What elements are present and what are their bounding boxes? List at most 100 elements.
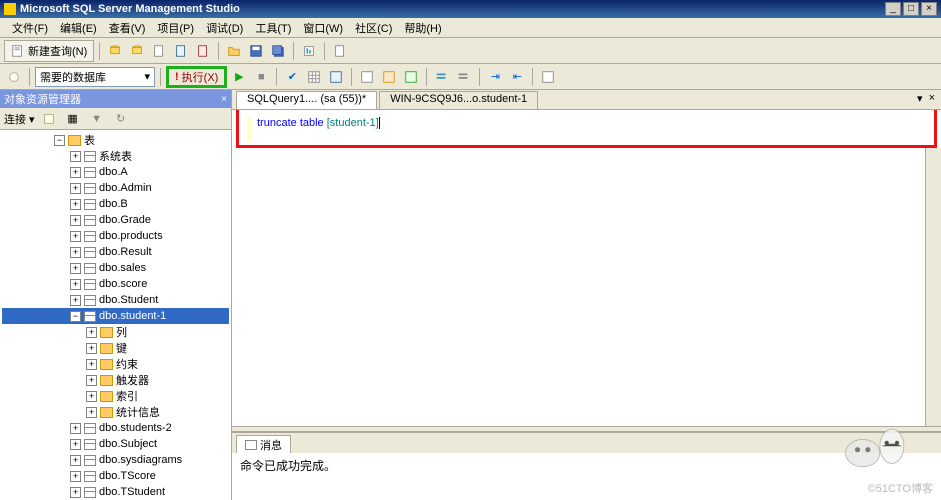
tb-btn-3[interactable] (149, 41, 169, 61)
vertical-scrollbar[interactable] (925, 148, 941, 426)
expand-icon[interactable]: + (70, 439, 81, 450)
tree-node[interactable]: +dbo.sales (2, 260, 229, 276)
expand-icon[interactable]: + (70, 215, 81, 226)
connect-tb-2[interactable]: ▦ (63, 109, 83, 129)
tree-node[interactable]: +dbo.score (2, 276, 229, 292)
menu-file[interactable]: 文件(F) (6, 18, 54, 38)
indent-button[interactable]: ⇥ (485, 67, 505, 87)
tab-student-1[interactable]: WIN-9CSQ9J6...o.student-1 (379, 91, 538, 109)
expand-icon[interactable]: + (70, 231, 81, 242)
expand-icon[interactable]: + (70, 471, 81, 482)
expand-icon[interactable]: + (86, 391, 97, 402)
menu-window[interactable]: 窗口(W) (297, 18, 349, 38)
save-button[interactable] (246, 41, 266, 61)
tree-node[interactable]: +索引 (2, 388, 229, 404)
expand-icon[interactable]: + (70, 487, 81, 498)
execute-button[interactable]: ! 执行(X) (166, 66, 227, 88)
expand-icon[interactable]: + (70, 199, 81, 210)
tree-node[interactable]: +dbo.products (2, 228, 229, 244)
tb-btn-4[interactable] (171, 41, 191, 61)
expand-icon[interactable]: + (86, 407, 97, 418)
expand-icon[interactable]: + (86, 327, 97, 338)
tb-btn-2[interactable] (127, 41, 147, 61)
tb2-btn-3[interactable] (357, 67, 377, 87)
database-selector[interactable]: 需要的数据库 ▾ (35, 67, 155, 87)
menu-project[interactable]: 项目(P) (151, 18, 200, 38)
expand-icon[interactable]: + (70, 151, 81, 162)
tb-btn-7[interactable] (330, 41, 350, 61)
connection-icon[interactable] (4, 67, 24, 87)
expand-icon[interactable]: + (70, 167, 81, 178)
expand-icon[interactable]: + (86, 375, 97, 386)
tab-dropdown-icon[interactable]: ▾ (915, 92, 925, 105)
tree-node[interactable]: +dbo.Subject (2, 436, 229, 452)
expand-icon[interactable]: + (70, 247, 81, 258)
comment-button[interactable] (432, 67, 452, 87)
tree-node[interactable]: −表 (2, 132, 229, 148)
tree-node[interactable]: +dbo.Grade (2, 212, 229, 228)
tree-node[interactable]: +统计信息 (2, 404, 229, 420)
menu-debug[interactable]: 调试(D) (200, 18, 249, 38)
close-button[interactable]: × (921, 2, 937, 16)
expand-icon[interactable]: + (86, 343, 97, 354)
tree-node[interactable]: +dbo.Admin (2, 180, 229, 196)
expand-icon[interactable]: + (70, 423, 81, 434)
tree-node[interactable]: −dbo.student-1 (2, 308, 229, 324)
tree-node[interactable]: +dbo.TStudent (2, 484, 229, 500)
sql-editor[interactable]: truncate table [student-1] (239, 113, 934, 145)
menu-community[interactable]: 社区(C) (349, 18, 398, 38)
object-tree[interactable]: −表+系统表+dbo.A+dbo.Admin+dbo.B+dbo.Grade+d… (0, 130, 231, 500)
tb2-btn-4[interactable] (379, 67, 399, 87)
tb2-btn-5[interactable] (401, 67, 421, 87)
tree-node[interactable]: +触发器 (2, 372, 229, 388)
stop-button[interactable]: ■ (251, 67, 271, 87)
tree-node[interactable]: +约束 (2, 356, 229, 372)
save-all-button[interactable] (268, 41, 288, 61)
connect-tb-1[interactable] (39, 109, 59, 129)
tb-btn-1[interactable] (105, 41, 125, 61)
tree-node[interactable]: +dbo.TScore (2, 468, 229, 484)
debug-button[interactable]: ▶ (229, 67, 249, 87)
editor-whitespace[interactable] (232, 148, 925, 426)
expand-icon[interactable]: + (70, 455, 81, 466)
menu-edit[interactable]: 编辑(E) (54, 18, 103, 38)
tree-node[interactable]: +系统表 (2, 148, 229, 164)
tree-node[interactable]: +dbo.students-2 (2, 420, 229, 436)
expand-icon[interactable]: + (70, 263, 81, 274)
menu-tools[interactable]: 工具(T) (249, 18, 297, 38)
tb-btn-6[interactable] (299, 41, 319, 61)
tb-btn-5[interactable] (193, 41, 213, 61)
expand-icon[interactable]: + (70, 279, 81, 290)
tree-node[interactable]: +键 (2, 340, 229, 356)
menu-help[interactable]: 帮助(H) (398, 18, 447, 38)
menu-view[interactable]: 查看(V) (103, 18, 152, 38)
connect-button[interactable]: 连接 ▾ (4, 111, 35, 127)
minimize-button[interactable]: _ (885, 2, 901, 16)
parse-button[interactable]: ✔ (282, 67, 302, 87)
tree-node[interactable]: +列 (2, 324, 229, 340)
connect-tb-3[interactable]: ▼ (87, 109, 107, 129)
tree-node[interactable]: +dbo.B (2, 196, 229, 212)
maximize-button[interactable]: □ (903, 2, 919, 16)
uncomment-button[interactable] (454, 67, 474, 87)
expand-icon[interactable]: + (86, 359, 97, 370)
tb2-btn-8[interactable] (538, 67, 558, 87)
tree-node[interactable]: +dbo.A (2, 164, 229, 180)
tree-node[interactable]: +dbo.Student (2, 292, 229, 308)
tree-node[interactable]: +dbo.Result (2, 244, 229, 260)
new-query-button[interactable]: 新建查询(N) (4, 40, 94, 62)
expand-icon[interactable]: + (70, 183, 81, 194)
outdent-button[interactable]: ⇤ (507, 67, 527, 87)
tb2-btn-2[interactable] (326, 67, 346, 87)
tb2-btn-1[interactable] (304, 67, 324, 87)
collapse-icon[interactable]: − (54, 135, 65, 146)
tree-node[interactable]: +dbo.sysdiagrams (2, 452, 229, 468)
expand-icon[interactable]: + (70, 295, 81, 306)
connect-tb-4[interactable]: ↻ (111, 109, 131, 129)
open-button[interactable] (224, 41, 244, 61)
tab-close-button[interactable]: × (927, 92, 937, 105)
panel-close-button[interactable]: × (221, 94, 227, 105)
messages-tab[interactable]: 消息 (236, 435, 291, 453)
collapse-icon[interactable]: − (70, 311, 81, 322)
tab-sqlquery1[interactable]: SQLQuery1.... (sa (55))* (236, 91, 377, 109)
